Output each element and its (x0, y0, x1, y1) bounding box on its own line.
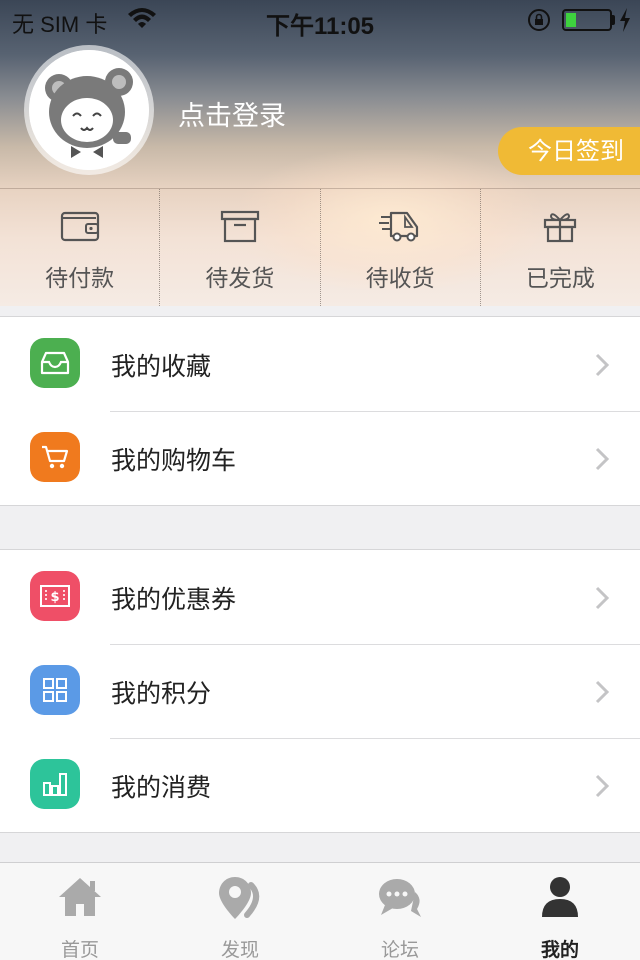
chevron-right-icon (595, 586, 610, 610)
rotation-lock-icon (528, 9, 550, 31)
delivery-truck-icon (379, 211, 419, 242)
menu-group-account: $ 我的优惠券 我的积分 我的消费 (0, 549, 640, 833)
menu-item-spending-label: 我的消费 (111, 773, 212, 802)
menu-item-cart-label: 我的购物车 (111, 446, 237, 475)
home-icon (59, 878, 101, 916)
menu-item-favorites-label: 我的收藏 (111, 352, 212, 381)
wallet-icon (60, 211, 99, 242)
login-link[interactable]: 点击登录 (178, 94, 286, 133)
menu-item-coupons[interactable]: $ 我的优惠券 (0, 550, 640, 644)
user-icon (542, 877, 578, 917)
order-pending-receipt-label: 待收货 (365, 266, 435, 292)
grid-icon (43, 678, 67, 702)
inbox-tray-icon (40, 351, 70, 375)
bar-chart-icon (43, 773, 67, 796)
order-pending-shipment-label: 待发货 (205, 266, 275, 292)
chevron-right-icon (595, 353, 610, 377)
menu-item-spending[interactable]: 我的消费 (0, 738, 640, 832)
tab-home[interactable]: 首页 (0, 863, 160, 960)
avatar[interactable] (24, 45, 154, 175)
svg-text:$: $ (50, 590, 59, 605)
order-completed[interactable]: 已完成 (481, 189, 640, 306)
box-icon (220, 210, 259, 243)
location-pin-icon (219, 877, 260, 919)
tab-bar: 首页 发现 论坛 我的 (0, 862, 640, 960)
order-completed-label: 已完成 (525, 266, 595, 292)
menu-item-points-label: 我的积分 (111, 679, 212, 708)
chevron-right-icon (595, 447, 610, 471)
menu-group-favorites: 我的收藏 我的购物车 (0, 316, 640, 506)
charging-bolt-icon (620, 8, 630, 32)
gift-icon (544, 213, 577, 243)
daily-checkin-button[interactable]: 今日签到 (498, 127, 640, 175)
status-bar: 无 SIM 卡 下午11:05 (0, 0, 640, 40)
chevron-right-icon (595, 774, 610, 798)
chevron-right-icon (595, 680, 610, 704)
tab-mine[interactable]: 我的 (480, 863, 640, 960)
tab-discover[interactable]: 发现 (160, 863, 320, 960)
tab-forum-label: 论坛 (380, 939, 419, 960)
battery-tip (612, 15, 615, 25)
coupon-icon: $ (40, 585, 70, 607)
tab-home-label: 首页 (60, 939, 99, 960)
shopping-cart-icon (42, 445, 69, 469)
points-icon-badge (30, 665, 80, 715)
order-pending-receipt[interactable]: 待收货 (321, 189, 481, 306)
battery-icon (562, 9, 612, 31)
menu-item-favorites[interactable]: 我的收藏 (0, 317, 640, 411)
order-status-bar: 待付款 待发货 待收货 已完成 (0, 188, 640, 306)
bear-avatar-icon (29, 50, 149, 170)
order-pending-payment-label: 待付款 (45, 266, 115, 292)
coupons-icon-badge: $ (30, 571, 80, 621)
tab-forum[interactable]: 论坛 (320, 863, 480, 960)
order-pending-shipment[interactable]: 待发货 (160, 189, 321, 306)
menu-item-points[interactable]: 我的积分 (0, 644, 640, 738)
menu-item-cart[interactable]: 我的购物车 (0, 411, 640, 505)
tab-mine-label: 我的 (540, 939, 579, 960)
order-pending-payment[interactable]: 待付款 (0, 189, 161, 306)
spending-icon-badge (30, 759, 80, 809)
tab-discover-label: 发现 (220, 939, 259, 960)
avatar-image (29, 50, 149, 170)
menu-item-coupons-label: 我的优惠券 (111, 585, 237, 614)
favorites-icon-badge (30, 338, 80, 388)
cart-icon-badge (30, 432, 80, 482)
chat-bubbles-icon (379, 879, 421, 917)
